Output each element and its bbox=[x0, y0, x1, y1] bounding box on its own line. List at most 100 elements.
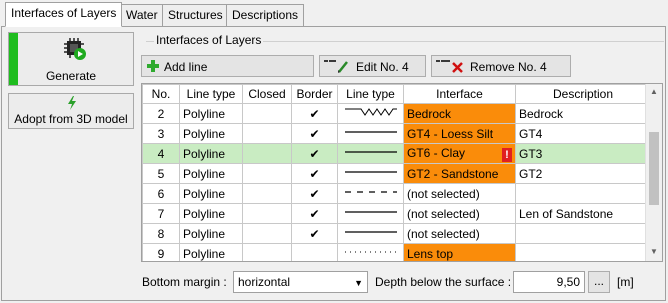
col-header-interface[interactable]: Interface bbox=[403, 84, 516, 104]
table-row[interactable]: 5 Polyline ✔ GT2 - Sandstone GT2 bbox=[142, 163, 651, 184]
table-row[interactable]: 9 Polyline Lens top bbox=[142, 243, 651, 261]
cell-closed[interactable] bbox=[242, 103, 292, 124]
cell-interface[interactable]: (not selected) bbox=[403, 183, 516, 204]
table-row[interactable]: 7 Polyline ✔ (not selected) Len of Sandstone bbox=[142, 203, 651, 224]
depth-browse-button[interactable]: ... bbox=[588, 271, 610, 293]
cell-no[interactable]: 2 bbox=[142, 103, 180, 124]
table-row[interactable]: 4 Polyline ✔ GT6 - Clay! GT3 bbox=[142, 143, 651, 164]
cell-closed[interactable] bbox=[242, 143, 292, 164]
table-header-row: No. Line type Closed Border Line type In… bbox=[142, 84, 651, 104]
remove-line-icon bbox=[436, 60, 463, 73]
cell-line-pattern[interactable] bbox=[337, 163, 404, 184]
cell-line-type[interactable]: Polyline bbox=[179, 223, 243, 244]
table-row[interactable]: 3 Polyline ✔ GT4 - Loess Silt GT4 bbox=[142, 123, 651, 144]
col-header-no[interactable]: No. bbox=[142, 84, 180, 104]
cell-description[interactable] bbox=[515, 223, 651, 244]
bottom-margin-select[interactable]: horizontal ▼ bbox=[233, 271, 368, 293]
cell-border-check[interactable]: ✔ bbox=[291, 203, 338, 224]
cell-interface[interactable]: GT4 - Loess Silt bbox=[403, 123, 516, 144]
cell-interface[interactable]: GT2 - Sandstone bbox=[403, 163, 516, 184]
col-header-border[interactable]: Border bbox=[291, 84, 338, 104]
cell-line-type[interactable]: Polyline bbox=[179, 123, 243, 144]
cell-description[interactable] bbox=[515, 183, 651, 204]
interfaces-table: No. Line type Closed Border Line type In… bbox=[141, 83, 663, 262]
cell-border-check[interactable]: ✔ bbox=[291, 183, 338, 204]
cell-description[interactable]: Bedrock bbox=[515, 103, 651, 124]
cell-interface[interactable]: GT6 - Clay! bbox=[403, 143, 516, 164]
cell-line-type[interactable]: Polyline bbox=[179, 203, 243, 224]
cell-interface[interactable]: Bedrock bbox=[403, 103, 516, 124]
cell-no[interactable]: 5 bbox=[142, 163, 180, 184]
warning-icon: ! bbox=[502, 147, 512, 162]
tab-descriptions[interactable]: Descriptions bbox=[226, 4, 305, 26]
cell-closed[interactable] bbox=[242, 223, 292, 244]
cell-closed[interactable] bbox=[242, 203, 292, 224]
col-header-line-pattern[interactable]: Line type bbox=[337, 84, 404, 104]
col-header-description[interactable]: Description bbox=[515, 84, 651, 104]
plus-icon bbox=[147, 60, 159, 72]
edit-button[interactable]: Edit No. 4 bbox=[319, 55, 426, 77]
table-row[interactable]: 8 Polyline ✔ (not selected) bbox=[142, 223, 651, 244]
cell-interface[interactable]: (not selected) bbox=[403, 203, 516, 224]
scrollbar-thumb[interactable] bbox=[649, 132, 659, 205]
interface-name: (not selected) bbox=[407, 186, 480, 201]
add-line-button[interactable]: Add line bbox=[141, 55, 314, 77]
tab-interfaces-of-layers[interactable]: Interfaces of Layers bbox=[5, 2, 123, 27]
cell-line-pattern[interactable] bbox=[337, 183, 404, 204]
col-header-line-type[interactable]: Line type bbox=[179, 84, 243, 104]
cell-line-type[interactable]: Polyline bbox=[179, 243, 243, 261]
cell-closed[interactable] bbox=[242, 163, 292, 184]
cell-description[interactable]: Len of Sandstone bbox=[515, 203, 651, 224]
cell-description[interactable]: GT2 bbox=[515, 163, 651, 184]
cell-border-check[interactable]: ✔ bbox=[291, 163, 338, 184]
cell-line-pattern[interactable] bbox=[337, 123, 404, 144]
cell-border-check[interactable] bbox=[291, 243, 338, 261]
cell-border-check[interactable]: ✔ bbox=[291, 103, 338, 124]
tab-label: Water bbox=[126, 8, 158, 22]
cell-line-pattern[interactable] bbox=[337, 103, 404, 124]
col-header-closed[interactable]: Closed bbox=[242, 84, 292, 104]
cell-border-check[interactable]: ✔ bbox=[291, 123, 338, 144]
cell-line-pattern[interactable] bbox=[337, 243, 404, 261]
cell-closed[interactable] bbox=[242, 243, 292, 261]
cell-no[interactable]: 8 bbox=[142, 223, 180, 244]
interface-name: GT2 - Sandstone bbox=[407, 166, 499, 181]
cell-no[interactable]: 6 bbox=[142, 183, 180, 204]
cell-closed[interactable] bbox=[242, 183, 292, 204]
tab-structures[interactable]: Structures bbox=[162, 4, 229, 26]
cell-interface[interactable]: (not selected) bbox=[403, 223, 516, 244]
cell-line-type[interactable]: Polyline bbox=[179, 183, 243, 204]
scroll-up-arrow-icon[interactable]: ▲ bbox=[650, 87, 658, 96]
cell-no[interactable]: 4 bbox=[142, 143, 180, 164]
cell-line-type[interactable]: Polyline bbox=[179, 143, 243, 164]
generate-button[interactable]: Generate bbox=[8, 32, 134, 86]
table-row[interactable]: 2 Polyline ✔ Bedrock Bedrock bbox=[142, 103, 651, 124]
edit-line-icon bbox=[324, 60, 348, 73]
adopt-from-3d-model-button[interactable]: Adopt from 3D model bbox=[8, 93, 134, 129]
cell-line-pattern[interactable] bbox=[337, 143, 404, 164]
cell-line-type[interactable]: Polyline bbox=[179, 103, 243, 124]
table-row[interactable]: 6 Polyline ✔ (not selected) bbox=[142, 183, 651, 204]
tab-water[interactable]: Water bbox=[120, 4, 164, 26]
cell-description[interactable]: GT3 bbox=[515, 143, 651, 164]
cell-interface[interactable]: Lens top bbox=[403, 243, 516, 261]
cell-line-pattern[interactable] bbox=[337, 203, 404, 224]
depth-input[interactable]: 9,50 bbox=[513, 271, 585, 293]
bottom-margin-label: Bottom margin : bbox=[142, 275, 227, 289]
add-line-label: Add line bbox=[164, 60, 208, 74]
scroll-down-arrow-icon[interactable]: ▼ bbox=[650, 247, 658, 256]
cell-border-check[interactable]: ✔ bbox=[291, 223, 338, 244]
cell-border-check[interactable]: ✔ bbox=[291, 143, 338, 164]
lightning-icon bbox=[68, 96, 76, 110]
cell-no[interactable]: 3 bbox=[142, 123, 180, 144]
cell-closed[interactable] bbox=[242, 123, 292, 144]
cell-no[interactable]: 9 bbox=[142, 243, 180, 261]
remove-button[interactable]: Remove No. 4 bbox=[431, 55, 571, 77]
cell-line-type[interactable]: Polyline bbox=[179, 163, 243, 184]
tab-label: Descriptions bbox=[232, 8, 299, 22]
cell-no[interactable]: 7 bbox=[142, 203, 180, 224]
cell-description[interactable]: GT4 bbox=[515, 123, 651, 144]
cell-line-pattern[interactable] bbox=[337, 223, 404, 244]
vertical-scrollbar[interactable]: ▲ ▼ bbox=[645, 84, 662, 261]
cell-description[interactable] bbox=[515, 243, 651, 261]
